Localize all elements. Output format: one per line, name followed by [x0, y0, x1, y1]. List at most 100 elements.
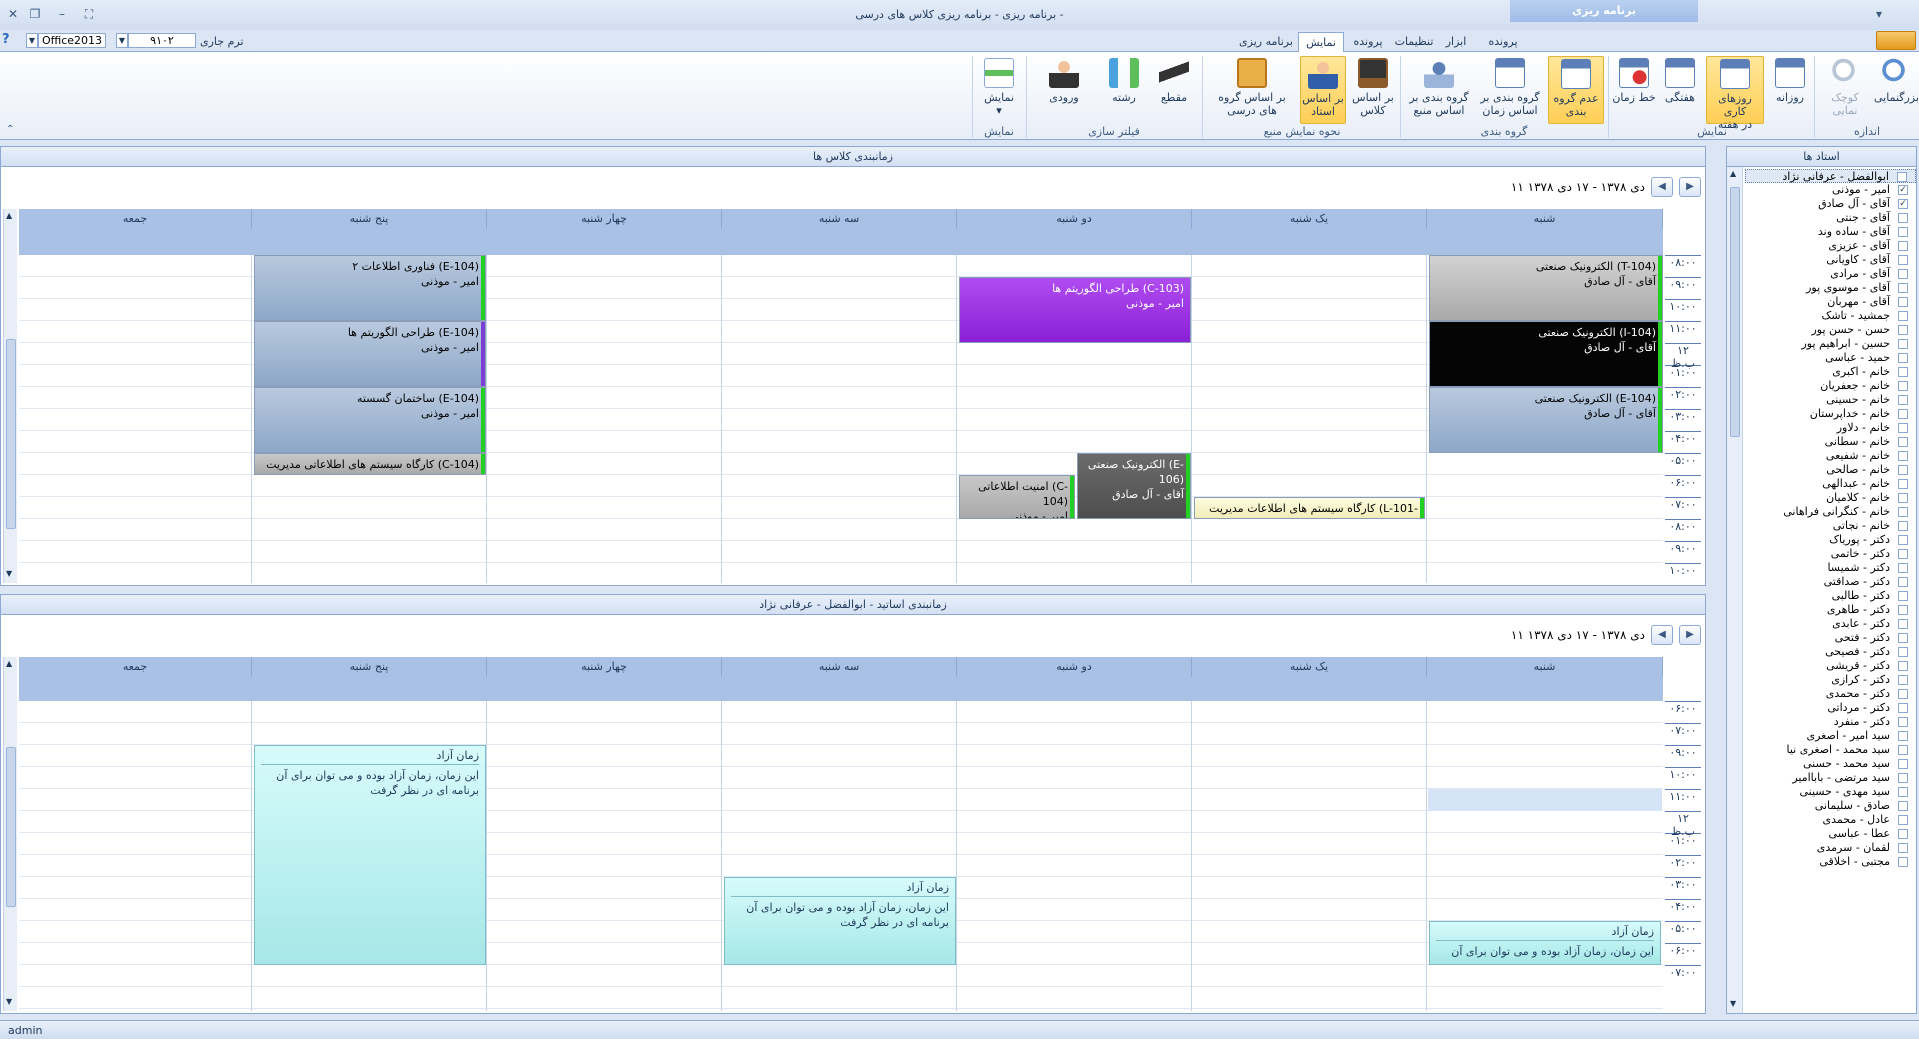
tab-view[interactable]: نمایش [1298, 32, 1344, 52]
teacher-list-item[interactable]: دکتر - فتحی [1745, 631, 1916, 645]
scroll-up-icon[interactable]: ▲ [6, 211, 12, 220]
teacher-list-item[interactable]: آقای - عزیزی [1745, 239, 1916, 253]
teacher-list-item[interactable]: خانم - جعفریان [1745, 379, 1916, 393]
scroll-thumb[interactable] [6, 747, 16, 907]
checkbox[interactable] [1898, 465, 1908, 475]
teacher-list-item[interactable]: ابوالفضل - عرفانی نژاد [1745, 169, 1916, 183]
teacher-list-item[interactable]: حمید - عباسی [1745, 351, 1916, 365]
checkbox[interactable] [1898, 731, 1908, 741]
checkbox[interactable] [1898, 605, 1908, 615]
weekly-view-button[interactable]: هفتگی [1658, 56, 1702, 124]
teacher-list-item[interactable]: دکتر - طاهری [1745, 603, 1916, 617]
by-class-button[interactable]: بر اساس کلاس [1348, 56, 1398, 124]
timeline-view-button[interactable]: خط زمان [1612, 56, 1656, 124]
next-week-button[interactable]: ▶ [1679, 625, 1701, 645]
next-week-button[interactable]: ▶ [1679, 177, 1701, 197]
tab-settings[interactable]: تنظیمات [1392, 32, 1436, 52]
scroll-down-icon[interactable]: ▼ [6, 997, 12, 1006]
by-teacher-button[interactable]: بر اساس استاد [1300, 56, 1346, 124]
teacher-list-item[interactable]: آقای - کاویانی [1745, 253, 1916, 267]
appointment[interactable]: الکترونیک صنعتی (E-104) آقای - آل صادق [1429, 387, 1663, 453]
teacher-list-item[interactable]: خانم - حسینی [1745, 393, 1916, 407]
appointment[interactable]: امنیت اطلاعاتی (C-104) امیر - موذنی [959, 475, 1075, 519]
term-select[interactable]: ۹۱۰۲ [128, 33, 196, 48]
checkbox[interactable] [1898, 227, 1908, 237]
checkbox[interactable] [1898, 353, 1908, 363]
tab-schedule[interactable]: برنامه ریزی [1238, 32, 1294, 52]
vertical-scrollbar[interactable]: ▲ ▼ [3, 209, 17, 583]
checkbox[interactable] [1898, 675, 1908, 685]
collapse-ribbon-icon[interactable]: ⌃ [6, 124, 14, 135]
checkbox[interactable] [1898, 409, 1908, 419]
minimize-icon[interactable]: – [51, 5, 73, 23]
checkbox[interactable] [1898, 213, 1908, 223]
selected-slot[interactable] [1428, 789, 1662, 811]
checkbox[interactable] [1898, 787, 1908, 797]
teacher-list-item[interactable]: دکتر - منفرد [1745, 715, 1916, 729]
checkbox[interactable] [1897, 172, 1907, 182]
checkbox[interactable] [1898, 395, 1908, 405]
checkbox[interactable] [1898, 521, 1908, 531]
teacher-list-item[interactable]: آقای - جنتی [1745, 211, 1916, 225]
checkbox[interactable] [1898, 577, 1908, 587]
checkbox[interactable] [1898, 661, 1908, 671]
checkbox[interactable] [1898, 241, 1908, 251]
quick-access-icon[interactable]: ▾ [1868, 5, 1890, 23]
scroll-thumb[interactable] [1730, 187, 1740, 437]
vertical-scrollbar[interactable]: ▲ ▼ [3, 657, 17, 1011]
app-menu-button[interactable] [1876, 31, 1916, 50]
group-by-time-button[interactable]: گروه بندی بر اساس زمان [1476, 56, 1544, 124]
checkbox[interactable] [1898, 633, 1908, 643]
show-dropdown-button[interactable]: نمایش ▾ [976, 56, 1022, 124]
teacher-list-item[interactable]: آقای - آل صادق ✓ [1745, 197, 1916, 211]
teacher-list-item[interactable]: خانم - نجاتی [1745, 519, 1916, 533]
teacher-list-item[interactable]: حسن - حسن پور [1745, 323, 1916, 337]
teacher-list-item[interactable]: حسین - ابراهیم پور [1745, 337, 1916, 351]
close-icon[interactable]: ✕ [2, 5, 24, 23]
checkbox[interactable] [1898, 535, 1908, 545]
scroll-thumb[interactable] [6, 339, 16, 529]
checkbox[interactable] [1898, 759, 1908, 769]
teacher-list-item[interactable]: خانم - شفیعی [1745, 449, 1916, 463]
checkbox[interactable] [1898, 507, 1908, 517]
checkbox[interactable] [1898, 619, 1908, 629]
teacher-list-item[interactable]: سید محمد - اصغری نیا [1745, 743, 1916, 757]
teacher-list-item[interactable]: دکتر - شمیسا [1745, 561, 1916, 575]
vertical-scrollbar[interactable]: ▲ ▼ [1727, 167, 1743, 1013]
entry-filter-button[interactable]: ورودی [1030, 56, 1098, 124]
appointment[interactable]: ساختمان گسسته (E-104) امیر - موذنی [254, 387, 486, 453]
appointment[interactable]: فناوری اطلاعات ۲ (E-104) امیر - موذنی [254, 255, 486, 321]
checkbox[interactable] [1898, 437, 1908, 447]
teacher-list-item[interactable]: آقای - موسوی پور [1745, 281, 1916, 295]
teacher-list-item[interactable]: دکتر - مرداتی [1745, 701, 1916, 715]
appointment[interactable]: الکترونیک صنعتی (T-104) آقای - آل صادق [1429, 255, 1663, 321]
checkbox[interactable] [1898, 479, 1908, 489]
daily-view-button[interactable]: روزانه [1768, 56, 1812, 124]
prev-week-button[interactable]: ◀ [1651, 625, 1673, 645]
teacher-list-item[interactable]: دکتر - پوریاک [1745, 533, 1916, 547]
restore-icon[interactable]: ❐ [24, 5, 46, 23]
checkbox[interactable]: ✓ [1898, 185, 1908, 195]
teacher-list-item[interactable]: سید امیر - اصغری [1745, 729, 1916, 743]
checkbox[interactable] [1898, 689, 1908, 699]
teacher-list-item[interactable]: سید محمد - حسنی [1745, 757, 1916, 771]
checkbox[interactable] [1898, 493, 1908, 503]
checkbox[interactable] [1898, 773, 1908, 783]
teacher-list-item[interactable]: سید مرتضی - باباامیر [1745, 771, 1916, 785]
scroll-up-icon[interactable]: ▲ [6, 659, 12, 668]
help-icon[interactable]: ? [2, 32, 20, 50]
checkbox[interactable] [1898, 269, 1908, 279]
teacher-list-item[interactable]: آقای - مرادی [1745, 267, 1916, 281]
teacher-list-item[interactable]: عادل - محمدی [1745, 813, 1916, 827]
scroll-up-icon[interactable]: ▲ [1730, 169, 1736, 178]
ribbon-toggle-icon[interactable]: ⛶ [78, 5, 100, 23]
checkbox[interactable] [1898, 381, 1908, 391]
free-time-block[interactable]: زمان آزاد این زمان، زمان آزاد بوده و می ت… [254, 745, 486, 965]
checkbox[interactable] [1898, 717, 1908, 727]
checkbox[interactable] [1898, 311, 1908, 321]
teacher-list-item[interactable]: صادق - سلیمانی [1745, 799, 1916, 813]
teacher-list-item[interactable]: دکتر - عابدی [1745, 617, 1916, 631]
appointment[interactable]: کارگاه سیستم های اطلاعات مدیریت (L-101-E… [1194, 497, 1425, 519]
zoom-in-button[interactable]: بزرگنمایی [1874, 56, 1919, 124]
teacher-list-item[interactable]: مجتبی - اخلاقی [1745, 855, 1916, 869]
